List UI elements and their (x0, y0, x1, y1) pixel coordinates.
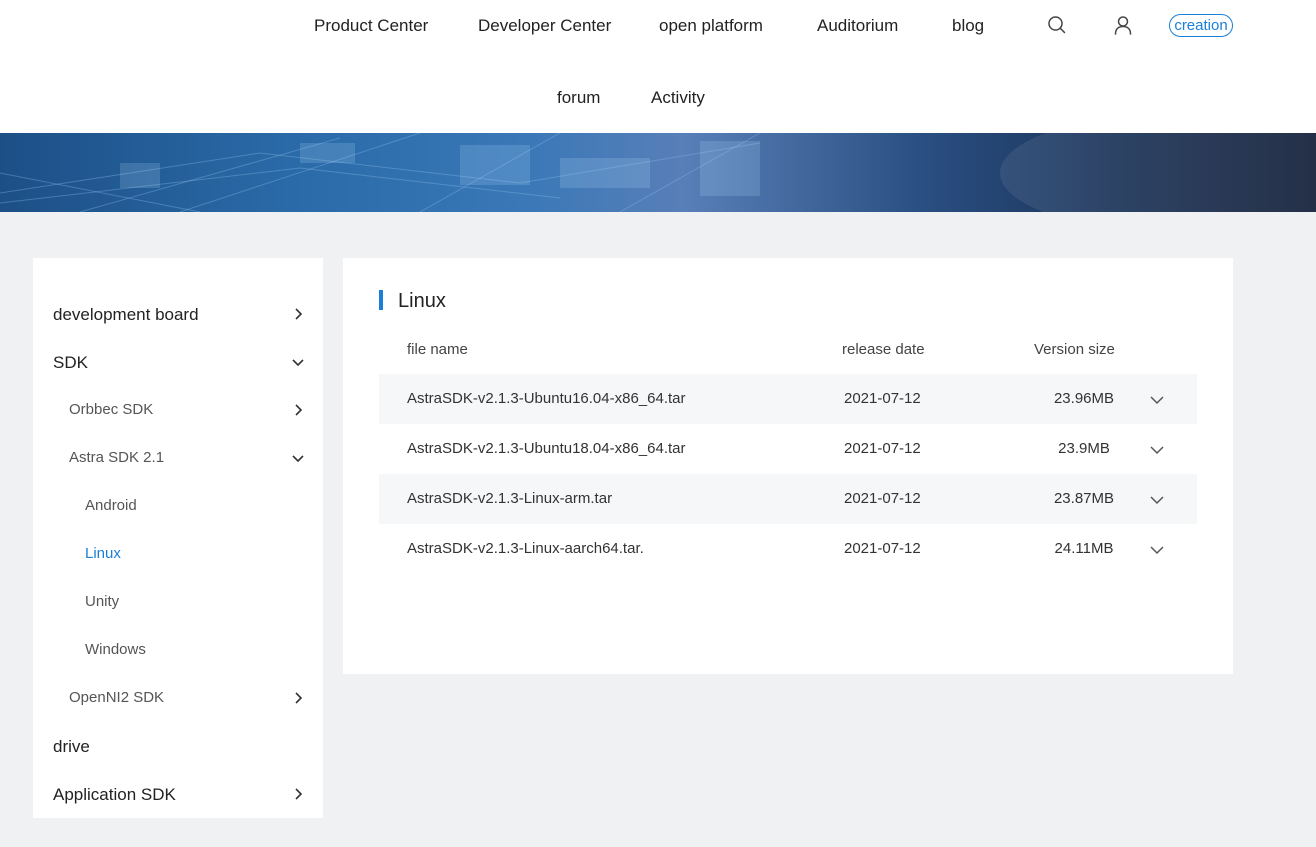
nav-activity[interactable]: Activity (651, 88, 705, 108)
chevron-right-icon (291, 691, 305, 705)
creation-button[interactable]: creation (1169, 14, 1233, 37)
downloads-panel: Linux file name release date Version siz… (343, 258, 1233, 674)
nav-auditorium[interactable]: Auditorium (817, 16, 898, 36)
sidebar-item-drive[interactable]: drive (33, 732, 323, 762)
release-date: 2021-07-12 (844, 440, 921, 457)
sidebar-item-android[interactable]: Android (33, 492, 323, 522)
column-header-file-name: file name (407, 341, 468, 358)
search-icon[interactable] (1047, 15, 1067, 35)
chevron-down-icon[interactable] (1149, 492, 1165, 508)
file-name: AstraSDK-v2.1.3-Ubuntu16.04-x86_64.tar (407, 390, 686, 407)
sidebar-item-label: SDK (53, 353, 88, 372)
site-header: Product Center Developer Center open pla… (0, 0, 1316, 133)
sidebar-item-sdk[interactable]: SDK (33, 348, 323, 378)
file-name: AstraSDK-v2.1.3-Linux-aarch64.tar. (407, 540, 644, 557)
chevron-down-icon[interactable] (1149, 392, 1165, 408)
file-name: AstraSDK-v2.1.3-Ubuntu18.04-x86_64.tar (407, 440, 686, 457)
sidebar-item-label: drive (53, 737, 90, 756)
sidebar-item-label: Orbbec SDK (69, 401, 154, 418)
sidebar-item-linux[interactable]: Linux (33, 540, 323, 570)
sidebar-item-application-sdk[interactable]: Application SDK (33, 780, 323, 810)
sidebar-item-label: Astra SDK 2.1 (69, 449, 165, 466)
file-name: AstraSDK-v2.1.3-Linux-arm.tar (407, 490, 613, 507)
table-row[interactable]: AstraSDK-v2.1.3-Linux-aarch64.tar. 2021-… (379, 524, 1197, 574)
sidebar-item-label: Android (85, 497, 137, 514)
nav-developer-center[interactable]: Developer Center (478, 16, 611, 36)
version-size: 23.96MB (1053, 390, 1115, 407)
hero-banner (0, 133, 1316, 212)
sidebar-item-orbbec-sdk[interactable]: Orbbec SDK (33, 396, 323, 426)
chevron-down-icon[interactable] (1149, 442, 1165, 458)
chevron-right-icon (291, 307, 305, 321)
sidebar-item-openni2-sdk[interactable]: OpenNI2 SDK (33, 684, 323, 714)
sidebar-item-label: Windows (85, 641, 146, 658)
sidebar-item-label: Application SDK (53, 785, 176, 804)
sidebar-item-label: Unity (85, 593, 120, 610)
version-size: 23.9MB (1058, 440, 1110, 457)
sidebar-item-unity[interactable]: Unity (33, 588, 323, 618)
chevron-down-icon (291, 451, 305, 465)
nav-forum[interactable]: forum (557, 88, 600, 108)
sidebar-nav: development board SDK Orbbec SDK Astra S… (33, 258, 323, 818)
user-icon[interactable] (1113, 15, 1133, 35)
column-header-release-date: release date (842, 341, 925, 358)
nav-open-platform[interactable]: open platform (659, 16, 763, 36)
sidebar-item-label: OpenNI2 SDK (69, 689, 165, 706)
banner-circuit-image (0, 133, 1316, 212)
chevron-right-icon (291, 787, 305, 801)
sidebar-item-astra-sdk[interactable]: Astra SDK 2.1 (33, 444, 323, 474)
chevron-down-icon (291, 355, 305, 369)
nav-blog[interactable]: blog (952, 16, 984, 36)
sidebar-item-label: Linux (85, 545, 121, 562)
sidebar-item-development-board[interactable]: development board (33, 300, 323, 330)
table-row[interactable]: AstraSDK-v2.1.3-Ubuntu18.04-x86_64.tar 2… (379, 424, 1197, 474)
nav-product-center[interactable]: Product Center (314, 16, 428, 36)
version-size: 23.87MB (1053, 490, 1115, 507)
chevron-down-icon[interactable] (1149, 542, 1165, 558)
chevron-right-icon (291, 403, 305, 417)
column-header-version-size: Version size (1034, 341, 1115, 358)
title-accent-bar (379, 290, 383, 310)
table-row[interactable]: AstraSDK-v2.1.3-Ubuntu16.04-x86_64.tar 2… (379, 374, 1197, 424)
table-row[interactable]: AstraSDK-v2.1.3-Linux-arm.tar 2021-07-12… (379, 474, 1197, 524)
release-date: 2021-07-12 (844, 490, 921, 507)
release-date: 2021-07-12 (844, 390, 921, 407)
page-title: Linux (398, 290, 446, 312)
sidebar-item-label: development board (53, 305, 199, 324)
sidebar-item-windows[interactable]: Windows (33, 636, 323, 666)
version-size: 24.11MB (1054, 540, 1114, 557)
release-date: 2021-07-12 (844, 540, 921, 557)
